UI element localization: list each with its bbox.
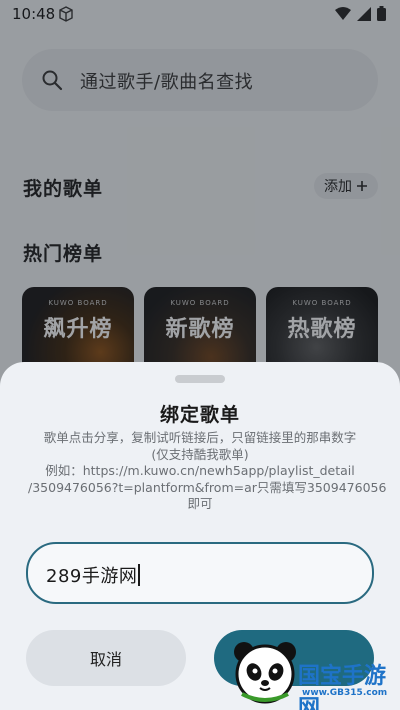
cancel-label: 取消 [89,650,122,669]
instructions-text: 歌单点击分享，复制试听链接后，只留链接里的那串数字 (仅支持酷我歌单) 例如：h… [28,430,387,513]
panda-logo-icon [234,642,296,704]
instructions-line: 例如：https://m.kuwo.cn/newh5app/playlist_d… [45,463,355,478]
instructions-line: 即可 [187,496,213,511]
instructions-line: /3509476056?t=plantform&from=ar只需填写35094… [28,479,387,495]
drag-handle[interactable] [175,375,225,383]
watermark: 国宝手游网 www.GB315.com [222,628,400,710]
watermark-url: www.GB315.com [302,688,388,698]
input-value-text: 289手游网 [46,566,138,587]
playlist-id-input[interactable]: 289手游网 [26,542,374,604]
cancel-button[interactable]: 取消 [26,630,186,686]
watermark-brand: 国宝手游网 [298,664,387,710]
instructions-line: (仅支持酷我歌单) [151,446,249,462]
instructions-line: 歌单点击分享，复制试听链接后，只留链接里的那串数字 [43,430,357,445]
sheet-title: 绑定歌单 [159,404,240,426]
text-caret [138,564,141,586]
input-value: 289手游网 [46,562,141,588]
